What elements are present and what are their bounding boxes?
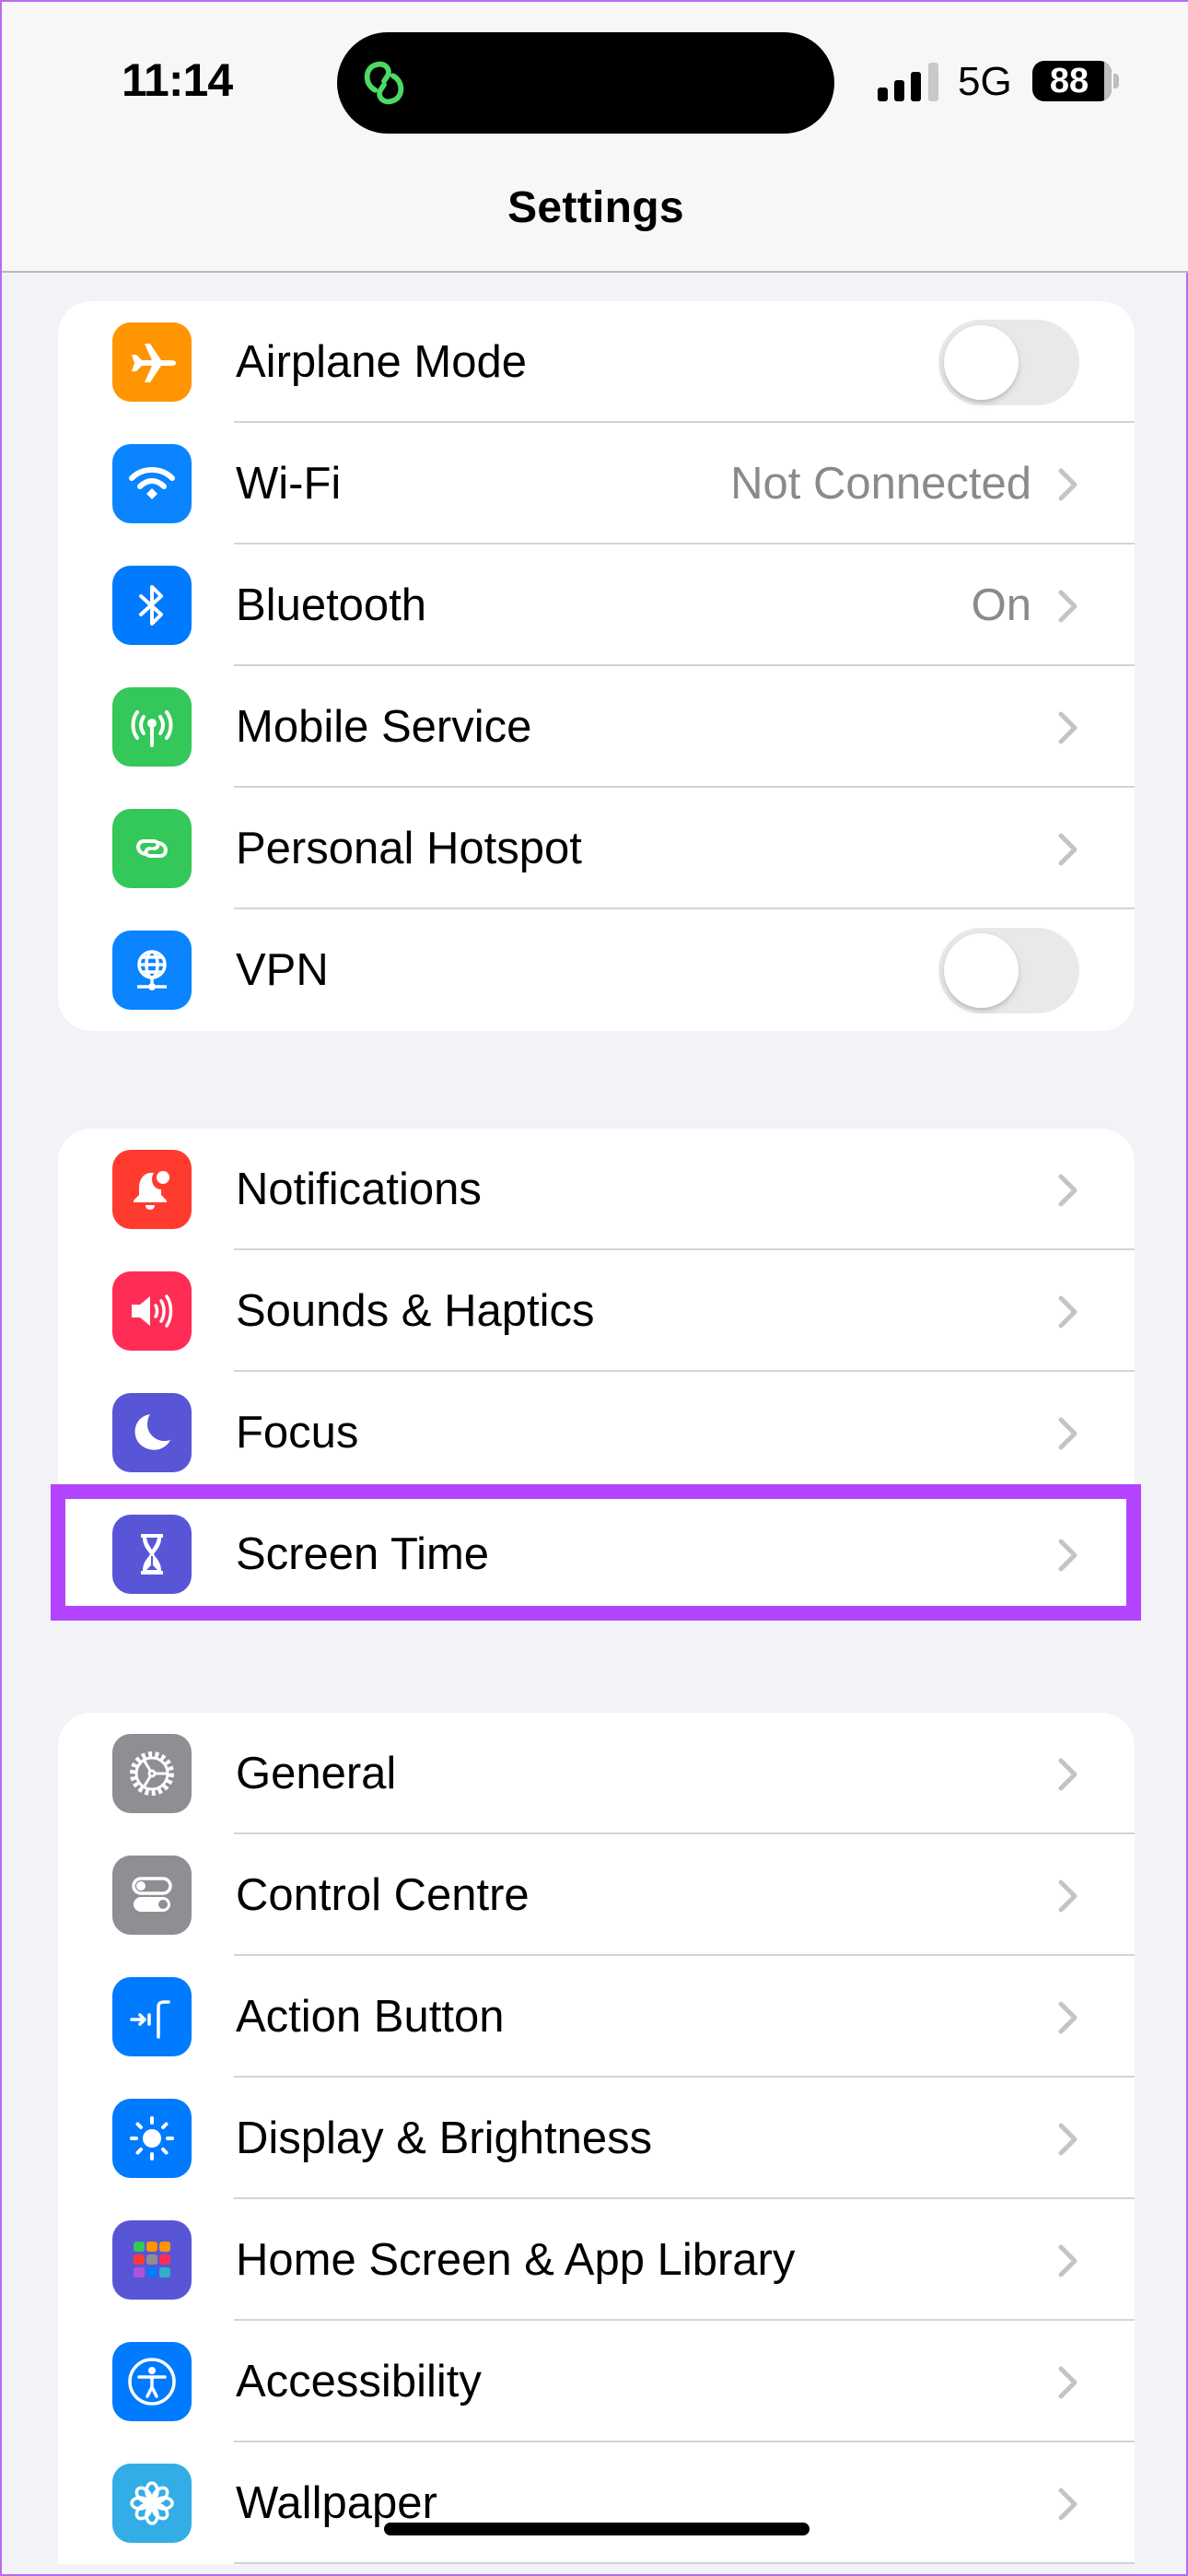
settings-row-home-screen[interactable]: Home Screen & App Library — [58, 2199, 1135, 2321]
chevron-right-icon — [1058, 1417, 1077, 1450]
settings-row-wallpaper[interactable]: Wallpaper — [58, 2442, 1135, 2564]
row-label: Bluetooth — [236, 580, 427, 630]
row-label: Airplane Mode — [236, 337, 527, 387]
chevron-right-icon — [1058, 1539, 1077, 1572]
row-label: Display & Brightness — [236, 2113, 653, 2163]
chevron-right-icon — [1058, 2488, 1077, 2521]
settings-row-screen-time[interactable]: Screen Time — [58, 1493, 1135, 1615]
row-label: Mobile Service — [236, 702, 532, 752]
hourglass-icon — [112, 1515, 192, 1594]
app-grid-icon — [112, 2220, 192, 2300]
sun-icon — [112, 2099, 192, 2178]
row-label: Action Button — [236, 1992, 505, 2042]
toggle-knob — [944, 325, 1019, 400]
row-label: Focus — [236, 1408, 359, 1458]
bluetooth-icon — [112, 566, 192, 645]
chevron-right-icon — [1058, 2123, 1077, 2156]
row-label: Wallpaper — [236, 2478, 437, 2528]
page-title: Settings — [507, 183, 684, 232]
row-separator — [234, 2562, 1135, 2564]
moon-icon — [112, 1393, 192, 1472]
settings-row-focus[interactable]: Focus — [58, 1372, 1135, 1493]
settings-row-action-button[interactable]: Action Button — [58, 1956, 1135, 2078]
settings-row-display-brightness[interactable]: Display & Brightness — [58, 2078, 1135, 2199]
chevron-right-icon — [1058, 590, 1077, 623]
bluetooth-status-value: On — [971, 580, 1031, 630]
cellular-signal-icon — [878, 63, 938, 101]
airplane-mode-toggle[interactable] — [938, 320, 1079, 405]
settings-row-accessibility[interactable]: Accessibility — [58, 2321, 1135, 2442]
row-label: General — [236, 1749, 397, 1798]
row-label: Wi-Fi — [236, 459, 342, 509]
battery-level: 88 — [1049, 62, 1089, 100]
hotspot-icon — [112, 809, 192, 888]
chevron-right-icon — [1058, 2366, 1077, 2399]
airplane-icon — [112, 322, 192, 402]
settings-row-notifications[interactable]: Notifications — [58, 1129, 1135, 1250]
network-type: 5G — [958, 59, 1012, 104]
battery-tip — [1113, 74, 1119, 88]
settings-row-wifi[interactable]: Wi-Fi Not Connected — [58, 423, 1135, 544]
battery-icon: 88 — [1032, 61, 1112, 101]
toggle-knob — [944, 933, 1019, 1008]
vpn-toggle[interactable] — [938, 928, 1079, 1013]
row-label: Sounds & Haptics — [236, 1286, 595, 1336]
row-label: Control Centre — [236, 1870, 530, 1920]
chevron-right-icon — [1058, 2001, 1077, 2034]
chevron-right-icon — [1058, 833, 1077, 866]
chevron-right-icon — [1058, 1758, 1077, 1791]
chevron-right-icon — [1058, 1174, 1077, 1207]
settings-row-mobile-service[interactable]: Mobile Service — [58, 666, 1135, 788]
chevron-right-icon — [1058, 711, 1077, 744]
switches-icon — [112, 1856, 192, 1935]
settings-row-airplane-mode[interactable]: Airplane Mode — [58, 301, 1135, 423]
row-label: Personal Hotspot — [236, 824, 582, 873]
settings-row-general[interactable]: General — [58, 1713, 1135, 1834]
wifi-status-value: Not Connected — [730, 459, 1031, 509]
settings-group-connectivity: Airplane Mode Wi-Fi Not Connected Blueto… — [58, 301, 1135, 1031]
settings-row-bluetooth[interactable]: Bluetooth On — [58, 544, 1135, 666]
row-label: Home Screen & App Library — [236, 2235, 796, 2285]
wifi-icon — [112, 444, 192, 523]
flower-icon — [112, 2464, 192, 2543]
navigation-bar: 11:14 5G 88 Settings — [2, 2, 1188, 273]
gear-icon — [112, 1734, 192, 1813]
row-label: VPN — [236, 945, 329, 995]
chevron-right-icon — [1058, 2244, 1077, 2277]
settings-row-vpn[interactable]: VPN — [58, 909, 1135, 1031]
antenna-icon — [112, 687, 192, 767]
status-time: 11:14 — [122, 54, 233, 106]
row-label: Accessibility — [236, 2357, 482, 2406]
bell-icon — [112, 1150, 192, 1229]
vpn-globe-icon — [112, 931, 192, 1010]
row-label: Notifications — [236, 1165, 482, 1214]
settings-group-notifications: Notifications Sounds & Haptics Focus Scr… — [58, 1129, 1135, 1615]
settings-group-general: General Control Centre Action Button Dis… — [58, 1713, 1135, 2564]
chevron-right-icon — [1058, 1879, 1077, 1913]
dynamic-island[interactable] — [337, 32, 834, 134]
home-indicator[interactable] — [384, 2523, 809, 2535]
settings-row-control-centre[interactable]: Control Centre — [58, 1834, 1135, 1956]
settings-row-sounds-haptics[interactable]: Sounds & Haptics — [58, 1250, 1135, 1372]
speaker-icon — [112, 1271, 192, 1351]
settings-row-personal-hotspot[interactable]: Personal Hotspot — [58, 788, 1135, 909]
accessibility-icon — [112, 2342, 192, 2421]
chevron-right-icon — [1058, 468, 1077, 501]
action-button-icon — [112, 1977, 192, 2056]
personal-hotspot-icon — [364, 61, 404, 105]
chevron-right-icon — [1058, 1295, 1077, 1329]
row-label: Screen Time — [236, 1529, 490, 1579]
